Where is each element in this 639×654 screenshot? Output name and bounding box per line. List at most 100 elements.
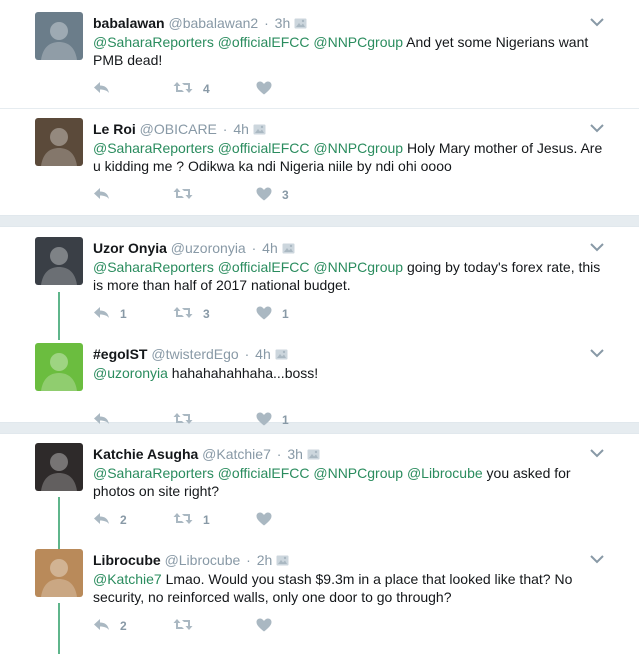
retweet-button[interactable]: 3 <box>173 304 210 324</box>
username[interactable]: @twisterdEgo <box>151 346 238 362</box>
retweet-button[interactable]: 1 <box>173 510 210 530</box>
timestamp[interactable]: 4h <box>255 346 271 362</box>
reply-button[interactable]: 2 <box>93 510 127 530</box>
retweet-button[interactable] <box>173 410 203 430</box>
retweet-icon <box>173 306 193 322</box>
tweet-header: Katchie Asugha @Katchie7 · 3h <box>93 445 320 464</box>
mention-link[interactable]: @SaharaReporters <box>93 34 214 50</box>
mention-link[interactable]: @officialEFCC <box>218 140 310 156</box>
mention-link[interactable]: @SaharaReporters <box>93 140 214 156</box>
heart-icon <box>256 81 272 98</box>
tweet-header: Uzor Onyia @uzoronyia · 4h <box>93 239 295 258</box>
like-button[interactable] <box>256 616 282 636</box>
retweet-icon <box>173 618 193 634</box>
like-button[interactable] <box>256 510 282 530</box>
mention-link[interactable]: @NNPCgroup <box>313 34 403 50</box>
timestamp[interactable]: 2h <box>257 552 273 568</box>
avatar[interactable] <box>35 118 83 166</box>
reply-count: 2 <box>120 513 127 527</box>
mention-link[interactable]: @NNPCgroup <box>313 259 403 275</box>
reply-icon <box>93 306 110 322</box>
mention-link[interactable]: @officialEFCC <box>218 34 310 50</box>
tweet-actions: 21 <box>93 510 393 530</box>
reply-button[interactable] <box>93 79 120 99</box>
separator-dot: · <box>247 240 261 256</box>
chevron-down-icon[interactable] <box>590 14 604 32</box>
retweet-icon <box>173 412 193 428</box>
tweet-text: @SaharaReporters @officialEFCC @NNPCgrou… <box>93 33 613 69</box>
timestamp[interactable]: 4h <box>233 121 249 137</box>
photo-icon <box>282 240 295 258</box>
reply-button[interactable]: 1 <box>93 304 127 324</box>
mention-link[interactable]: @Librocube <box>407 465 483 481</box>
tweet-actions: 2 <box>93 616 393 636</box>
tweet-text: @uzoronyia hahahahahhaha...boss! <box>93 364 613 382</box>
tweet-header: #egoIST @twisterdEgo · 4h <box>93 345 288 364</box>
separator-dot: · <box>272 446 286 462</box>
mention-link[interactable]: @officialEFCC <box>218 259 310 275</box>
timestamp[interactable]: 3h <box>275 15 291 31</box>
like-count: 1 <box>282 307 289 321</box>
timestamp[interactable]: 4h <box>262 240 278 256</box>
retweet-count: 3 <box>203 307 210 321</box>
reply-icon <box>93 412 110 428</box>
tweet-text-segment: Lmao. Would you stash $9.3m in a place t… <box>93 571 573 605</box>
mention-link[interactable]: @officialEFCC <box>218 465 310 481</box>
like-count: 3 <box>282 188 289 202</box>
reply-button[interactable] <box>93 410 120 430</box>
mention-link[interactable]: @NNPCgroup <box>313 465 403 481</box>
like-button[interactable]: 1 <box>256 410 289 430</box>
display-name[interactable]: Uzor Onyia <box>93 240 167 256</box>
thread-line <box>58 292 60 340</box>
chevron-down-icon[interactable] <box>590 345 604 363</box>
photo-icon <box>294 15 307 33</box>
chevron-down-icon[interactable] <box>590 445 604 463</box>
tweet-text: @SaharaReporters @officialEFCC @NNPCgrou… <box>93 464 613 500</box>
heart-icon <box>256 412 272 429</box>
retweet-button[interactable]: 4 <box>173 79 210 99</box>
like-button[interactable]: 3 <box>256 185 289 205</box>
mention-link[interactable]: @SaharaReporters <box>93 465 214 481</box>
avatar[interactable] <box>35 443 83 491</box>
retweet-button[interactable] <box>173 616 203 636</box>
retweet-button[interactable] <box>173 185 203 205</box>
display-name[interactable]: Librocube <box>93 552 161 568</box>
reply-icon <box>93 512 110 528</box>
tweet-actions: 4 <box>93 79 393 99</box>
avatar[interactable] <box>35 549 83 597</box>
separator-dot: · <box>240 346 254 362</box>
display-name[interactable]: Le Roi <box>93 121 136 137</box>
display-name[interactable]: #egoIST <box>93 346 147 362</box>
avatar[interactable] <box>35 343 83 391</box>
avatar[interactable] <box>35 12 83 60</box>
tweet-text-segment: hahahahahhaha...boss! <box>167 365 319 381</box>
like-button[interactable]: 1 <box>256 304 289 324</box>
tweet-actions: 3 <box>93 185 393 205</box>
photo-icon <box>275 346 288 364</box>
reply-icon <box>93 187 110 203</box>
mention-link[interactable]: @SaharaReporters <box>93 259 214 275</box>
username[interactable]: @babalawan2 <box>168 15 258 31</box>
username[interactable]: @OBICARE <box>140 121 217 137</box>
display-name[interactable]: babalawan <box>93 15 165 31</box>
reply-button[interactable] <box>93 185 120 205</box>
photo-icon <box>276 552 289 570</box>
username[interactable]: @uzoronyia <box>171 240 246 256</box>
tweet-text: @SaharaReporters @officialEFCC @NNPCgrou… <box>93 258 613 294</box>
username[interactable]: @Librocube <box>165 552 241 568</box>
retweet-icon <box>173 81 193 97</box>
mention-link[interactable]: @NNPCgroup <box>313 140 403 156</box>
separator-dot: · <box>218 121 232 137</box>
timestamp[interactable]: 3h <box>287 446 303 462</box>
username[interactable]: @Katchie7 <box>202 446 271 462</box>
divider <box>0 108 639 109</box>
chevron-down-icon[interactable] <box>590 551 604 569</box>
chevron-down-icon[interactable] <box>590 239 604 257</box>
chevron-down-icon[interactable] <box>590 120 604 138</box>
mention-link[interactable]: @uzoronyia <box>93 365 168 381</box>
like-button[interactable] <box>256 79 282 99</box>
display-name[interactable]: Katchie Asugha <box>93 446 198 462</box>
avatar[interactable] <box>35 237 83 285</box>
reply-button[interactable]: 2 <box>93 616 127 636</box>
mention-link[interactable]: @Katchie7 <box>93 571 162 587</box>
